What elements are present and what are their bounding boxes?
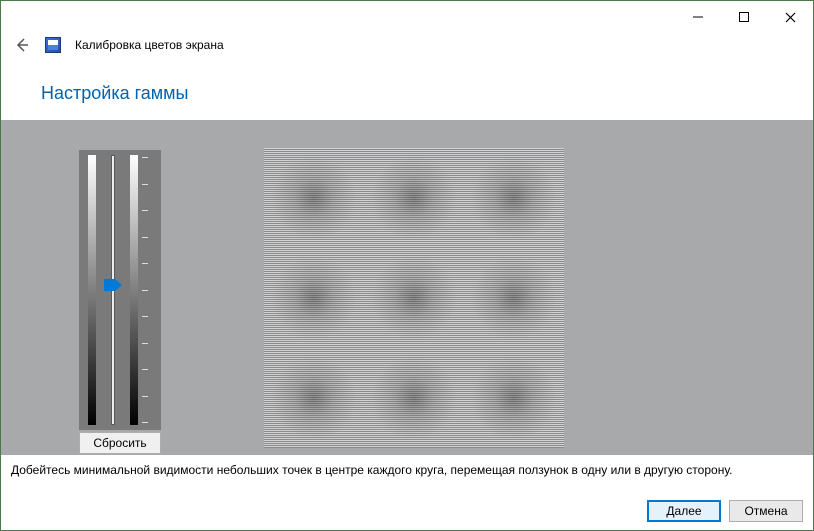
slider-ticks xyxy=(142,155,152,425)
gradient-preview-right xyxy=(130,155,138,425)
close-button[interactable] xyxy=(767,3,813,31)
page-heading: Настройка гаммы xyxy=(1,59,813,120)
gamma-cell xyxy=(464,248,564,348)
back-button[interactable] xyxy=(13,36,31,54)
minimize-button[interactable] xyxy=(675,3,721,31)
maximize-button[interactable] xyxy=(721,3,767,31)
gamma-slider[interactable] xyxy=(100,155,126,425)
app-icon xyxy=(45,37,61,53)
cancel-button[interactable]: Отмена xyxy=(729,500,803,522)
gamma-sample-grid xyxy=(264,148,564,448)
gamma-cell xyxy=(264,248,364,348)
next-button[interactable]: Далее xyxy=(647,500,721,522)
gamma-cell xyxy=(464,348,564,448)
gamma-cell xyxy=(464,148,564,248)
window-titlebar xyxy=(1,1,813,31)
calibration-area: Сбросить xyxy=(1,120,813,455)
instruction-text: Добейтесь минимальной видимости небольши… xyxy=(1,455,813,477)
gamma-cell xyxy=(264,348,364,448)
gamma-cell xyxy=(364,248,464,348)
slider-thumb[interactable] xyxy=(104,279,122,291)
gamma-cell xyxy=(364,348,464,448)
window-title: Калибровка цветов экрана xyxy=(75,38,224,52)
gamma-cell xyxy=(264,148,364,248)
reset-button[interactable]: Сбросить xyxy=(79,432,161,454)
gradient-preview-left xyxy=(88,155,96,425)
gamma-slider-panel xyxy=(79,150,161,430)
gamma-cell xyxy=(364,148,464,248)
